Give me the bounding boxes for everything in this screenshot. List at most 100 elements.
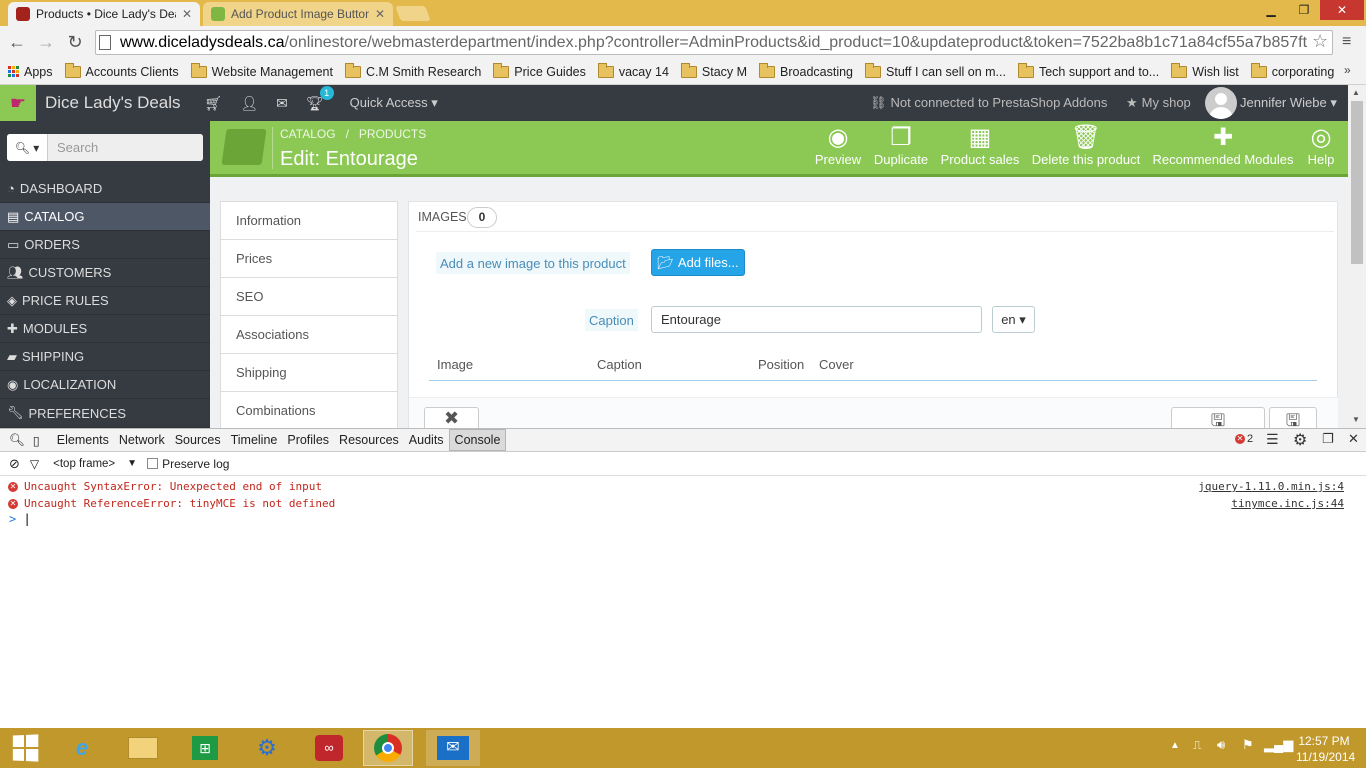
devtools-tab-resources[interactable]: Resources bbox=[334, 429, 404, 451]
console-prompt[interactable]: > | bbox=[9, 512, 31, 526]
action-center-flag-icon[interactable]: ⚑ bbox=[1242, 737, 1254, 753]
bookmark-apps[interactable]: Apps bbox=[0, 65, 59, 79]
sidebar-item-modules[interactable]: ✚ MODULES bbox=[0, 315, 210, 343]
devtools-tab-elements[interactable]: Elements bbox=[52, 429, 114, 451]
search-icon[interactable]: 🔍︎ ▾ bbox=[7, 134, 48, 161]
scroll-up-icon[interactable]: ▲ bbox=[1352, 88, 1360, 97]
search-icon[interactable]: 🔍︎ bbox=[9, 433, 25, 448]
chrome-taskbar-icon[interactable] bbox=[363, 730, 413, 766]
clear-console-icon[interactable]: ⊘ bbox=[9, 456, 20, 472]
new-tab-button[interactable] bbox=[395, 6, 431, 21]
recommended-modules-button[interactable]: ✚ Recommended Modules bbox=[1152, 124, 1294, 167]
tab-combinations[interactable]: Combinations bbox=[221, 392, 397, 428]
close-window-icon[interactable]: ✕ bbox=[1320, 0, 1364, 20]
bookmark-folder[interactable]: Accounts Clients bbox=[59, 62, 185, 79]
minimize-icon[interactable]: ▁ bbox=[1255, 0, 1287, 20]
devtools-tab-timeline[interactable]: Timeline bbox=[226, 429, 283, 451]
bookmark-folder[interactable]: Price Guides bbox=[487, 62, 592, 79]
addons-status[interactable]: ⛓ Not connected to PrestaShop Addons bbox=[870, 95, 1107, 111]
internet-explorer-icon[interactable]: e bbox=[57, 730, 107, 766]
console-drawer-icon[interactable]: ☰ bbox=[1266, 431, 1279, 448]
bookmarks-overflow-icon[interactable]: » bbox=[1344, 63, 1351, 77]
tab-prices[interactable]: Prices bbox=[221, 240, 397, 278]
caption-input[interactable]: Entourage bbox=[651, 306, 982, 333]
devtools-tab-audits[interactable]: Audits bbox=[404, 429, 449, 451]
usb-icon[interactable]: ⎍ bbox=[1193, 738, 1201, 753]
breadcrumb-products[interactable]: PRODUCTS bbox=[359, 127, 426, 141]
bookmark-folder[interactable]: Broadcasting bbox=[753, 62, 859, 79]
quick-access-menu[interactable]: Quick Access ▾ bbox=[350, 95, 438, 111]
tab-information[interactable]: Information bbox=[221, 202, 397, 240]
sidebar-item-orders[interactable]: ▭ ORDERS bbox=[0, 231, 210, 259]
network-signal-icon[interactable]: ▂▄▆ bbox=[1264, 737, 1293, 753]
help-button[interactable]: ◎ Help bbox=[1302, 124, 1340, 167]
sidebar-item-price-rules[interactable]: ◈ PRICE RULES bbox=[0, 287, 210, 315]
frame-selector[interactable]: <top frame> bbox=[53, 458, 115, 470]
sidebar-item-localization[interactable]: ◉ LOCALIZATION bbox=[0, 371, 210, 399]
error-source-link[interactable]: tinymce.inc.js:44 bbox=[1231, 497, 1344, 510]
product-sales-button[interactable]: ▦ Product sales bbox=[940, 124, 1020, 167]
tray-expand-icon[interactable]: ▲ bbox=[1170, 740, 1180, 751]
frame-dropdown-icon[interactable]: ▼ bbox=[127, 458, 137, 469]
reload-icon[interactable]: ↻ bbox=[64, 32, 86, 53]
store-icon[interactable]: ⊞ bbox=[180, 730, 230, 766]
envelope-icon[interactable]: ✉ bbox=[276, 95, 288, 112]
volume-icon[interactable]: 🔊︎ bbox=[1217, 737, 1225, 753]
bookmark-folder[interactable]: C.M Smith Research bbox=[339, 62, 487, 79]
bookmark-folder[interactable]: Tech support and to... bbox=[1012, 62, 1165, 79]
bookmark-folder[interactable]: Website Management bbox=[185, 62, 339, 79]
cancel-button[interactable]: ✖ bbox=[424, 407, 479, 428]
device-mode-icon[interactable]: ▯ bbox=[33, 433, 40, 448]
save-and-stay-button[interactable]: 🖫 bbox=[1269, 407, 1317, 428]
devtools-tab-network[interactable]: Network bbox=[114, 429, 170, 451]
filter-icon[interactable]: ▽ bbox=[30, 457, 39, 471]
hand-pointer-icon[interactable]: ☛ bbox=[0, 85, 36, 121]
avatar[interactable] bbox=[1205, 87, 1237, 119]
shop-name[interactable]: Dice Lady's Deals bbox=[45, 93, 181, 113]
settings-app-icon[interactable]: ⚙ bbox=[242, 730, 292, 766]
close-devtools-icon[interactable]: ✕ bbox=[1348, 431, 1359, 447]
sidebar-item-shipping[interactable]: ▰ SHIPPING bbox=[0, 343, 210, 371]
bookmark-folder[interactable]: Stuff I can sell on m... bbox=[859, 62, 1012, 79]
devtools-tab-sources[interactable]: Sources bbox=[170, 429, 226, 451]
duplicate-button[interactable]: ❐ Duplicate bbox=[872, 124, 930, 167]
browser-tab-add-image[interactable]: Add Product Image Button ✕ bbox=[203, 2, 393, 26]
dock-icon[interactable]: ❐ bbox=[1322, 431, 1334, 447]
bookmark-folder[interactable]: Wish list bbox=[1165, 62, 1245, 79]
maximize-icon[interactable]: ❐ bbox=[1290, 0, 1318, 20]
bookmark-folder[interactable]: corporating bbox=[1245, 62, 1341, 79]
sidebar-item-preferences[interactable]: 🔧︎ PREFERENCES bbox=[0, 399, 210, 428]
add-files-button[interactable]: 📂︎ Add files... bbox=[651, 249, 745, 276]
close-tab-icon[interactable]: ✕ bbox=[375, 7, 385, 21]
search-input[interactable]: Search bbox=[48, 134, 203, 161]
close-tab-icon[interactable]: ✕ bbox=[182, 7, 192, 21]
delete-product-button[interactable]: 🗑︎ Delete this product bbox=[1030, 124, 1142, 167]
bookmark-star-icon[interactable]: ☆ bbox=[1312, 31, 1328, 52]
windows-start-icon[interactable] bbox=[12, 734, 39, 762]
my-shop-link[interactable]: ★ My shop bbox=[1126, 95, 1191, 111]
sidebar-item-catalog[interactable]: ▤ CATALOG bbox=[0, 203, 210, 231]
devtools-tab-console[interactable]: Console bbox=[448, 429, 507, 451]
sidebar-item-dashboard[interactable]: ◔ DASHBOARD bbox=[0, 175, 210, 203]
browser-tab-products[interactable]: Products • Dice Lady's Dea ✕ bbox=[8, 2, 200, 26]
system-clock[interactable]: 12:57 PM 11/19/2014 bbox=[1296, 733, 1355, 765]
back-arrow-icon[interactable]: ← bbox=[6, 32, 28, 53]
tab-seo[interactable]: SEO bbox=[221, 278, 397, 316]
address-bar[interactable]: www.diceladysdeals.ca/onlinestore/webmas… bbox=[95, 30, 1333, 55]
tab-associations[interactable]: Associations bbox=[221, 316, 397, 354]
error-counter[interactable]: ✕ 2 bbox=[1235, 433, 1253, 445]
mail-icon[interactable]: ✉ bbox=[426, 730, 480, 766]
preview-button[interactable]: ◉ Preview bbox=[812, 124, 864, 167]
save-button[interactable]: 🖫 bbox=[1171, 407, 1265, 428]
cart-icon[interactable]: 🛒︎ bbox=[205, 95, 223, 112]
chrome-menu-icon[interactable]: ≡ bbox=[1342, 33, 1351, 51]
tab-shipping[interactable]: Shipping bbox=[221, 354, 397, 392]
sidebar-search[interactable]: 🔍︎ ▾ Search bbox=[7, 134, 203, 161]
language-dropdown[interactable]: en ▾ bbox=[992, 306, 1035, 333]
forward-arrow-icon[interactable]: → bbox=[35, 32, 57, 53]
adobe-cc-icon[interactable]: ∞ bbox=[304, 730, 354, 766]
scroll-down-icon[interactable]: ▼ bbox=[1352, 415, 1360, 424]
devtools-tab-profiles[interactable]: Profiles bbox=[282, 429, 334, 451]
bookmark-folder[interactable]: Stacy M bbox=[675, 62, 753, 79]
user-menu[interactable]: Jennifer Wiebe ▾ bbox=[1240, 95, 1337, 111]
